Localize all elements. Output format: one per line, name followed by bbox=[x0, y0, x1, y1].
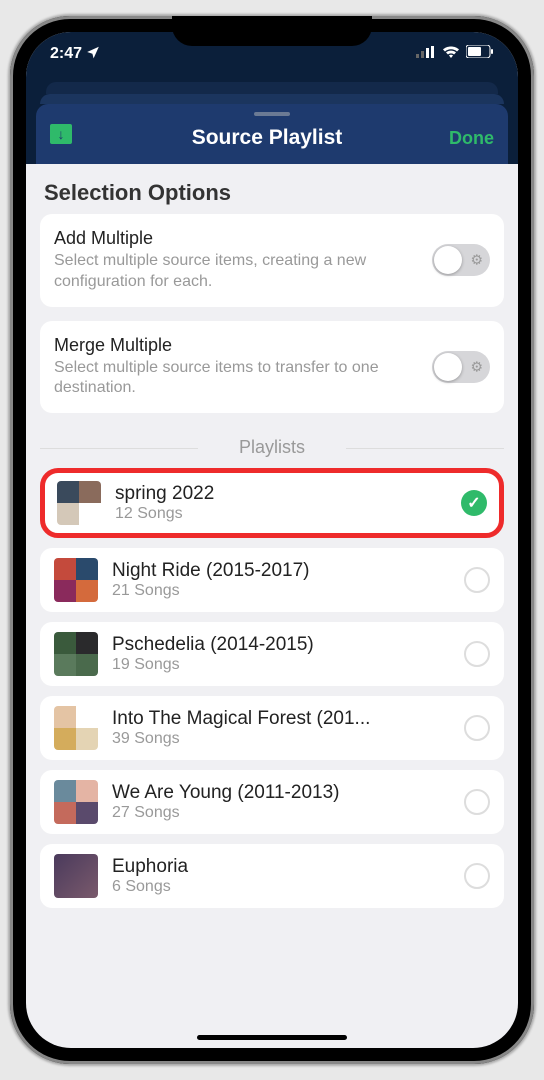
playlist-name: Into The Magical Forest (201... bbox=[112, 708, 450, 730]
phone-frame: 2:47 bbox=[10, 16, 534, 1064]
playlist-item-spring-2022[interactable]: spring 2022 12 Songs ✓ bbox=[40, 468, 504, 538]
playlist-text: spring 2022 12 Songs bbox=[115, 483, 447, 523]
album-art-icon bbox=[54, 558, 98, 602]
playlist-count: 12 Songs bbox=[115, 505, 447, 523]
wifi-icon bbox=[442, 45, 460, 63]
playlist-name: spring 2022 bbox=[115, 483, 447, 505]
option-title: Add Multiple bbox=[54, 228, 422, 249]
download-icon[interactable] bbox=[50, 124, 72, 144]
playlist-text: Pschedelia (2014-2015) 19 Songs bbox=[112, 634, 450, 674]
home-indicator[interactable] bbox=[197, 1035, 347, 1040]
option-title: Merge Multiple bbox=[54, 335, 422, 356]
playlist-name: We Are Young (2011-2013) bbox=[112, 782, 450, 804]
option-text: Add Multiple Select multiple source item… bbox=[54, 228, 422, 293]
playlist-name: Night Ride (2015-2017) bbox=[112, 560, 450, 582]
playlist-name: Euphoria bbox=[112, 856, 450, 878]
status-time-group: 2:47 bbox=[50, 45, 100, 64]
location-arrow-icon bbox=[86, 45, 100, 64]
playlist-item-euphoria[interactable]: Euphoria 6 Songs bbox=[40, 844, 504, 908]
notch bbox=[172, 16, 372, 46]
playlist-item-pschedelia[interactable]: Pschedelia (2014-2015) 19 Songs bbox=[40, 622, 504, 686]
nav-stack: Source Playlist Done bbox=[26, 76, 518, 164]
unchecked-circle-icon bbox=[464, 789, 490, 815]
status-time: 2:47 bbox=[50, 45, 82, 63]
nav-left bbox=[50, 124, 100, 144]
playlist-item-night-ride[interactable]: Night Ride (2015-2017) 21 Songs bbox=[40, 548, 504, 612]
merge-multiple-toggle[interactable]: ⚙ bbox=[432, 351, 490, 383]
cellular-signal-icon bbox=[416, 45, 436, 63]
playlist-text: Night Ride (2015-2017) 21 Songs bbox=[112, 560, 450, 600]
option-text: Merge Multiple Select multiple source it… bbox=[54, 335, 422, 400]
option-merge-multiple: Merge Multiple Select multiple source it… bbox=[40, 321, 504, 414]
gear-icon: ⚙ bbox=[470, 358, 483, 375]
album-art-icon bbox=[57, 481, 101, 525]
content: Selection Options Add Multiple Select mu… bbox=[26, 164, 518, 1020]
option-add-multiple: Add Multiple Select multiple source item… bbox=[40, 214, 504, 307]
checkmark-icon: ✓ bbox=[461, 490, 487, 516]
album-art-icon bbox=[54, 780, 98, 824]
stacked-card-mid bbox=[40, 94, 504, 104]
playlist-text: We Are Young (2011-2013) 27 Songs bbox=[112, 782, 450, 822]
screen: 2:47 bbox=[26, 32, 518, 1048]
stacked-card-back bbox=[46, 82, 498, 94]
nav-title: Source Playlist bbox=[100, 126, 434, 150]
album-art-icon bbox=[54, 632, 98, 676]
nav-bar: Source Playlist Done bbox=[36, 104, 508, 164]
toggle-knob bbox=[434, 353, 462, 381]
playlist-count: 19 Songs bbox=[112, 656, 450, 674]
playlist-count: 27 Songs bbox=[112, 804, 450, 822]
sheet-grabber[interactable] bbox=[254, 112, 290, 116]
playlist-item-magical-forest[interactable]: Into The Magical Forest (201... 39 Songs bbox=[40, 696, 504, 760]
playlist-text: Euphoria 6 Songs bbox=[112, 856, 450, 896]
option-desc: Select multiple source items, creating a… bbox=[54, 251, 422, 293]
playlist-item-we-are-young[interactable]: We Are Young (2011-2013) 27 Songs bbox=[40, 770, 504, 834]
playlist-count: 39 Songs bbox=[112, 730, 450, 748]
playlist-count: 21 Songs bbox=[112, 582, 450, 600]
battery-icon bbox=[466, 45, 494, 63]
unchecked-circle-icon bbox=[464, 715, 490, 741]
album-art-icon bbox=[54, 854, 98, 898]
done-button[interactable]: Done bbox=[434, 128, 494, 149]
playlists-divider: Playlists bbox=[40, 437, 504, 458]
unchecked-circle-icon bbox=[464, 641, 490, 667]
toggle-knob bbox=[434, 246, 462, 274]
unchecked-circle-icon bbox=[464, 863, 490, 889]
add-multiple-toggle[interactable]: ⚙ bbox=[432, 244, 490, 276]
option-desc: Select multiple source items to transfer… bbox=[54, 358, 422, 400]
playlist-count: 6 Songs bbox=[112, 878, 450, 896]
playlist-name: Pschedelia (2014-2015) bbox=[112, 634, 450, 656]
gear-icon: ⚙ bbox=[470, 252, 483, 269]
album-art-icon bbox=[54, 706, 98, 750]
status-icons bbox=[416, 45, 494, 63]
section-title: Selection Options bbox=[40, 180, 504, 206]
playlist-text: Into The Magical Forest (201... 39 Songs bbox=[112, 708, 450, 748]
unchecked-circle-icon bbox=[464, 567, 490, 593]
